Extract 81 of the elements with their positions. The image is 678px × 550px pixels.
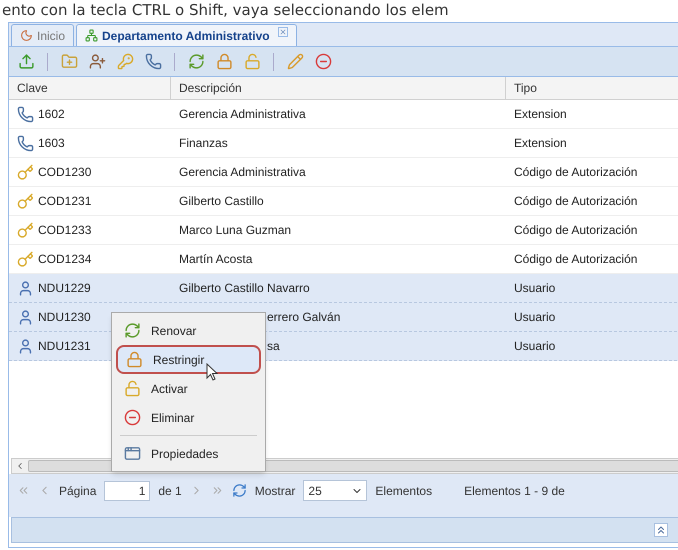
table-cell: Código de Autorización [514, 194, 638, 208]
table-row[interactable]: COD1230 Gerencia Administrativa Código de Autorización [9, 158, 678, 187]
table-row[interactable]: COD1233 Marco Luna Guzman Código de Autorización [9, 216, 678, 245]
table-cell-text: COD1233 [38, 222, 92, 239]
table-row[interactable]: 1602 Gerencia Administrativa Extension [9, 100, 678, 129]
user-add-icon [88, 53, 106, 70]
table-cell: Código de Autorización [514, 223, 638, 237]
table-cell-text: COD1234 [38, 251, 92, 268]
page-size-select[interactable]: 25 [303, 480, 368, 501]
table-cell: sa [267, 339, 280, 353]
show-label: Mostrar [254, 482, 296, 500]
table-cell-text: COD1230 [38, 164, 92, 181]
user-icon [17, 338, 34, 354]
user-icon [17, 308, 34, 326]
table-cell-text: 1603 [38, 135, 65, 152]
unlock-icon [124, 380, 141, 397]
moon-icon [20, 29, 33, 42]
collapse-icon[interactable] [654, 523, 668, 537]
key-icon [17, 222, 34, 238]
table-cell-text: NDU1231 [38, 338, 91, 355]
folder-add-icon [60, 53, 78, 70]
table-cell: Gerencia Administrativa [179, 107, 306, 121]
key-icon [17, 250, 34, 268]
caption-text: ento con la tecla CTRL o Shift, vaya seleccionando los elem [1, 0, 450, 20]
page-count: de 1 [158, 482, 182, 500]
tab[interactable]: Departamento Administrativo [76, 24, 297, 46]
hierarchy-icon [85, 29, 98, 42]
upload-icon [18, 53, 34, 70]
table-cell-text: NDU1229 [38, 280, 91, 297]
table-cell: Código de Autorización [514, 252, 638, 266]
pencil-icon [286, 53, 304, 70]
phone-add-icon [144, 53, 162, 70]
window-icon [124, 445, 141, 462]
column-header[interactable]: Clave [9, 77, 171, 99]
key-add-icon [116, 53, 134, 70]
phone-icon [17, 106, 34, 122]
lock-icon [216, 53, 232, 70]
table-cell: Usuario [514, 339, 556, 353]
items-summary: Elementos 1 - 9 de [464, 482, 565, 500]
last-page-icon[interactable] [210, 484, 224, 497]
mouse-pointer-icon [206, 363, 218, 381]
close-icon[interactable] [278, 27, 288, 37]
table-cell: Martín Acosta [179, 252, 252, 266]
table-cell: errero Galván [267, 310, 340, 324]
table-cell: Gilberto Castillo Navarro [179, 281, 310, 295]
user-icon [17, 280, 34, 296]
table-cell: Gerencia Administrativa [179, 165, 306, 179]
minus-circle-icon [124, 409, 141, 426]
table-cell: Gilberto Castillo [179, 194, 264, 208]
phone-icon [17, 134, 34, 152]
table-row[interactable]: NDU1229 Gilberto Castillo Navarro Usuario [9, 274, 678, 303]
table-row[interactable]: 1603 Finanzas Extension [9, 129, 678, 158]
tab[interactable]: Inicio [11, 24, 74, 46]
refresh-icon [188, 53, 204, 70]
table-cell: Marco Luna Guzman [179, 223, 292, 237]
table-cell: Finanzas [179, 136, 228, 150]
menu-item[interactable]: Propiedades [116, 439, 261, 468]
table-cell: Usuario [514, 281, 556, 295]
table-cell: Extension [514, 136, 567, 150]
table-cell: Extension [514, 107, 567, 121]
page-label: Página [59, 482, 96, 500]
page-input[interactable]: 1 [104, 480, 150, 500]
refresh-icon [124, 322, 141, 339]
table-cell-text: COD1231 [38, 193, 92, 210]
menu-item[interactable]: Eliminar [116, 403, 261, 432]
unlock-icon [244, 53, 260, 70]
table-cell-text: 1602 [38, 106, 65, 123]
key-icon [17, 192, 34, 210]
column-header[interactable]: Descripción [171, 77, 506, 99]
first-page-icon[interactable] [17, 484, 30, 497]
column-header[interactable]: Tipo [506, 77, 678, 99]
table-row[interactable]: COD1231 Gilberto Castillo Código de Autorización [9, 187, 678, 216]
table-cell: Código de Autorización [514, 165, 638, 179]
lock-icon [126, 351, 143, 368]
key-icon [17, 164, 34, 180]
items-label: Elementos [375, 482, 432, 500]
table-cell: Usuario [514, 310, 556, 324]
table-cell-text: NDU1230 [38, 309, 91, 326]
menu-item[interactable]: Activar [116, 374, 261, 403]
refresh-icon[interactable] [232, 483, 247, 498]
minus-circle-icon [314, 53, 332, 70]
